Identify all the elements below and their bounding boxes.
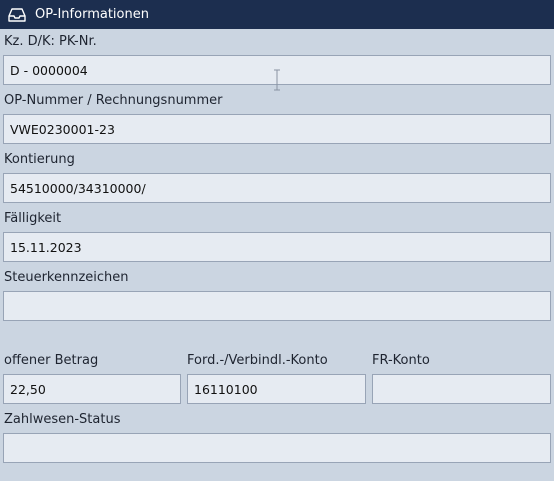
faelligkeit-label: Fälligkeit <box>4 211 62 226</box>
faelligkeit-field[interactable]: 15.11.2023 <box>3 232 551 262</box>
offener-betrag-field[interactable]: 22,50 <box>3 374 181 404</box>
kontierung-label: Kontierung <box>4 152 75 167</box>
op-nummer-label: OP-Nummer / Rechnungsnummer <box>4 93 223 108</box>
inbox-tray-icon <box>8 6 26 24</box>
text-cursor-icon <box>273 69 281 91</box>
fr-konto-label: FR-Konto <box>372 353 430 368</box>
ford-konto-label: Ford.-/Verbindl.-Konto <box>187 353 328 368</box>
op-nummer-field[interactable]: VWE0230001-23 <box>3 114 551 144</box>
panel-header: OP-Informationen <box>0 0 554 29</box>
ford-konto-field[interactable]: 16110100 <box>187 374 366 404</box>
steuerkennzeichen-label: Steuerkennzeichen <box>4 270 129 285</box>
kontierung-field[interactable]: 54510000/34310000/ <box>3 173 551 203</box>
fr-konto-field[interactable] <box>372 374 551 404</box>
kz-pk-label: Kz. D/K: PK-Nr. <box>4 34 97 49</box>
steuerkennzeichen-field[interactable] <box>3 291 551 321</box>
zahlwesen-status-label: Zahlwesen-Status <box>4 412 121 427</box>
zahlwesen-status-field[interactable] <box>3 433 551 463</box>
panel-title: OP-Informationen <box>35 7 149 22</box>
offener-betrag-label: offener Betrag <box>4 353 99 368</box>
